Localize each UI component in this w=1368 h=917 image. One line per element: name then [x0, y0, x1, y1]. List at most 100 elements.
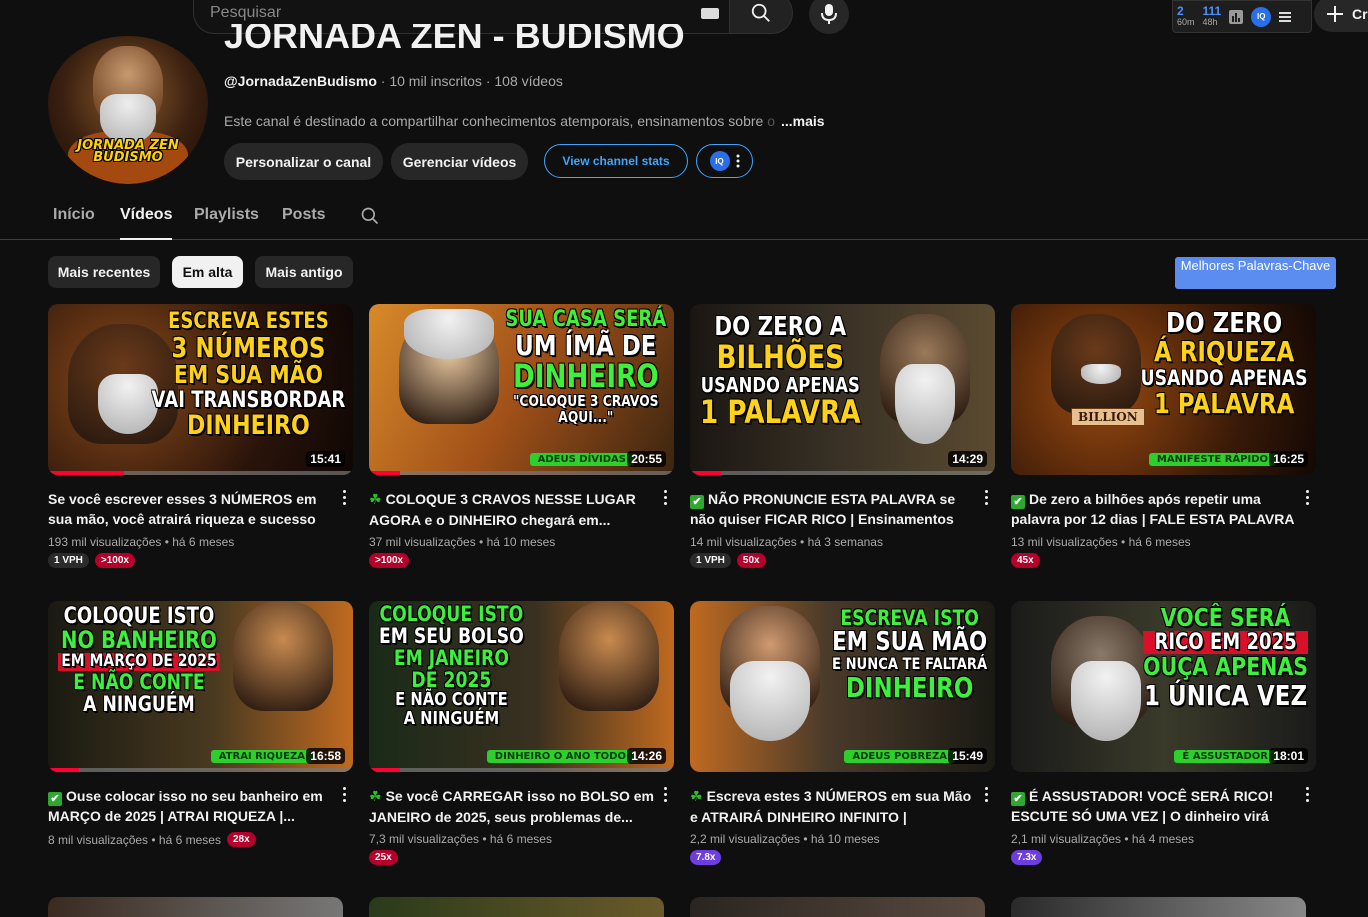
- more-actions-icon[interactable]: [664, 490, 668, 508]
- thumbnail-tag: DINHEIRO O ANO TODO: [486, 750, 634, 763]
- video-title[interactable]: ☘ Escreva estes 3 NÚMEROS em sua Mão e AT…: [690, 786, 975, 826]
- thumbnail-text-line: AQUI...": [558, 407, 614, 426]
- thumbnail-text-line: DO ZERO: [1166, 306, 1283, 339]
- video-thumbnail[interactable]: BILLION DO ZERO Á RIQUEZA USANDO APENAS 1 PA…: [1011, 304, 1316, 475]
- tab-playlists[interactable]: Playlists: [194, 206, 259, 240]
- more-actions-icon[interactable]: [985, 490, 989, 508]
- create-button[interactable]: Cri: [1314, 0, 1368, 32]
- video-duration: 15:49: [948, 748, 987, 764]
- performance-badge: >100x: [369, 553, 410, 568]
- view-channel-stats-button[interactable]: View channel stats: [544, 144, 688, 178]
- video-title-text: Se você escrever esses 3 NÚMEROS em sua …: [48, 491, 317, 527]
- video-card[interactable]: SUA CASA SERÁ UM ÍMÃ DE DINHEIRO "COLOQUE 3…: [369, 304, 674, 568]
- more-actions-icon[interactable]: [1306, 787, 1310, 805]
- filter-recent[interactable]: Mais recentes: [48, 256, 160, 288]
- video-card[interactable]: DO ZERO A BILHÕES USANDO APENAS 1 PALAVRA 14…: [690, 304, 995, 568]
- video-title[interactable]: ☘ COLOQUE 3 CRAVOS NESSE LUGAR AGORA e o …: [369, 489, 654, 529]
- create-label: Cri: [1352, 6, 1368, 22]
- vidiq-icon[interactable]: IQ: [1251, 6, 1272, 27]
- search-button[interactable]: [729, 0, 793, 34]
- more-link[interactable]: ...mais: [781, 113, 825, 129]
- thumbnail-text: SUA CASA SERÁ UM ÍMÃ DE DINHEIRO "COLOQUE 3…: [505, 308, 666, 426]
- filter-popular[interactable]: Em alta: [172, 256, 243, 288]
- channel-search-icon[interactable]: [360, 206, 380, 226]
- next-row-thumb[interactable]: [369, 897, 664, 917]
- channel-description[interactable]: Este canal é destinado a compartilhar co…: [224, 113, 825, 129]
- video-title[interactable]: Se você escrever esses 3 NÚMEROS em sua …: [48, 489, 333, 529]
- channel-avatar[interactable]: JORNADA ZEN BUDISMO: [48, 36, 208, 184]
- thumbnail-text-line: EM SUA MÃO: [831, 627, 987, 658]
- video-meta: 13 mil visualizações • há 6 meses: [1011, 535, 1316, 549]
- voice-search-button[interactable]: [809, 0, 849, 34]
- video-title[interactable]: ✔ NÃO PRONUNCIE ESTA PALAVRA se não quise…: [690, 489, 975, 529]
- bar-chart-icon[interactable]: [1229, 9, 1244, 24]
- video-title[interactable]: ✔ De zero a bilhões após repetir uma pala…: [1011, 489, 1296, 529]
- video-title[interactable]: ☘ Se você CARREGAR isso no BOLSO em JANEI…: [369, 786, 654, 826]
- more-actions-icon[interactable]: [664, 787, 668, 805]
- best-keywords-button[interactable]: Melhores Palavras-Chave: [1175, 257, 1336, 289]
- clover-emoji-icon: ☘: [369, 492, 382, 508]
- video-card[interactable]: ESCREVA ISTO EM SUA MÃO E NUNCA TE FALTARÁ…: [690, 601, 995, 865]
- video-duration: 16:25: [1269, 451, 1308, 467]
- video-thumbnail[interactable]: ESCREVA ESTES 3 NÚMEROS EM SUA MÃO VAI TRAN…: [48, 304, 353, 475]
- video-meta: 14 mil visualizações • há 3 semanas: [690, 535, 995, 549]
- manage-videos-button[interactable]: Gerenciar vídeos: [391, 143, 528, 180]
- video-views-age: 2,1 mil visualizações • há 4 meses: [1011, 832, 1194, 846]
- thumbnail-text-line: Á RIQUEZA: [1154, 335, 1295, 369]
- search-input[interactable]: Pesquisar: [210, 4, 281, 22]
- thumbnail-tag: ATRAI RIQUEZA: [210, 750, 313, 763]
- thumbnail-text-line: VAI TRANSBORDAR: [151, 387, 345, 413]
- more-vert-icon: [736, 154, 739, 168]
- video-thumbnail[interactable]: DO ZERO A BILHÕES USANDO APENAS 1 PALAVRA 14…: [690, 304, 995, 475]
- check-emoji-icon: ✔: [48, 792, 62, 806]
- more-actions-icon[interactable]: [343, 787, 347, 805]
- tab-home[interactable]: Início: [53, 206, 95, 240]
- more-actions-icon[interactable]: [985, 787, 989, 805]
- menu-icon[interactable]: [1279, 11, 1292, 23]
- badge-row: 7.8x: [690, 850, 995, 865]
- keyboard-icon[interactable]: [701, 8, 719, 19]
- thumbnail-beard: [1081, 364, 1121, 384]
- more-actions-icon[interactable]: [343, 490, 347, 508]
- video-thumbnail[interactable]: SUA CASA SERÁ UM ÍMÃ DE DINHEIRO "COLOQUE 3…: [369, 304, 674, 475]
- video-card[interactable]: COLOQUE ISTO EM SEU BOLSO EM JANEIRO DE 202…: [369, 601, 674, 865]
- next-row-thumb[interactable]: [1011, 897, 1306, 917]
- thumbnail-text-line: EM MARÇO DE 2025: [58, 652, 220, 672]
- more-actions-icon[interactable]: [1306, 490, 1310, 508]
- video-card[interactable]: COLOQUE ISTO NO BANHEIRO EM MARÇO DE 2025 E…: [48, 601, 353, 847]
- video-title[interactable]: ✔ É ASSUSTADOR! VOCÊ SERÁ RICO! ESCUTE SÓ…: [1011, 786, 1296, 826]
- video-thumbnail[interactable]: VOCÊ SERÁ RICO EM 2025 OUÇA APENAS 1 ÚNICA …: [1011, 601, 1316, 772]
- thumbnail-text-line: 1 PALAVRA: [1154, 386, 1295, 420]
- thumbnail-text: ESCREVA ISTO EM SUA MÃO E NUNCA TE FALTARÁ…: [832, 607, 987, 703]
- thumbnail-text-line: COLOQUE ISTO: [379, 602, 524, 626]
- video-card[interactable]: VOCÊ SERÁ RICO EM 2025 OUÇA APENAS 1 ÚNICA …: [1011, 601, 1316, 865]
- check-emoji-icon: ✔: [1011, 792, 1025, 806]
- thumbnail-beard: [895, 364, 955, 444]
- video-title[interactable]: ✔ Ouse colocar isso no seu banheiro em MA…: [48, 786, 333, 826]
- performance-badge: 7.3x: [1011, 850, 1043, 865]
- video-thumbnail[interactable]: COLOQUE ISTO NO BANHEIRO EM MARÇO DE 2025 E…: [48, 601, 353, 772]
- video-card[interactable]: ESCREVA ESTES 3 NÚMEROS EM SUA MÃO VAI TRAN…: [48, 304, 353, 568]
- tab-posts[interactable]: Posts: [282, 206, 326, 240]
- thumbnail-figure: [559, 601, 659, 711]
- performance-badge: 45x: [1011, 553, 1040, 568]
- video-thumbnail[interactable]: ESCREVA ISTO EM SUA MÃO E NUNCA TE FALTARÁ…: [690, 601, 995, 772]
- performance-badge: >100x: [94, 553, 135, 568]
- channel-title-text: JORNADA ZEN - BUDISMO: [224, 24, 685, 56]
- vidiq-menu-button[interactable]: IQ: [696, 144, 753, 178]
- thumbnail-figure: [233, 601, 333, 711]
- tab-videos[interactable]: Vídeos: [120, 206, 173, 240]
- filter-oldest[interactable]: Mais antigo: [255, 256, 353, 288]
- video-card[interactable]: BILLION DO ZERO Á RIQUEZA USANDO APENAS 1 PA…: [1011, 304, 1316, 568]
- video-thumbnail[interactable]: COLOQUE ISTO EM SEU BOLSO EM JANEIRO DE 202…: [369, 601, 674, 772]
- extension-stats-box[interactable]: 2 60m 111 48h IQ: [1172, 0, 1312, 33]
- description-fade: o: [767, 113, 775, 129]
- thumbnail-text: VOCÊ SERÁ RICO EM 2025 OUÇA APENAS 1 ÚNICA …: [1143, 604, 1308, 710]
- performance-badge: 25x: [369, 850, 398, 865]
- ext-stat-60m: 2 60m: [1177, 5, 1195, 28]
- customize-channel-button[interactable]: Personalizar o canal: [224, 143, 383, 180]
- ext-stat-unit: 48h: [1202, 16, 1218, 27]
- next-row-thumb[interactable]: [48, 897, 343, 917]
- watch-progress-bar: [48, 768, 79, 772]
- next-row-thumb[interactable]: [690, 897, 985, 917]
